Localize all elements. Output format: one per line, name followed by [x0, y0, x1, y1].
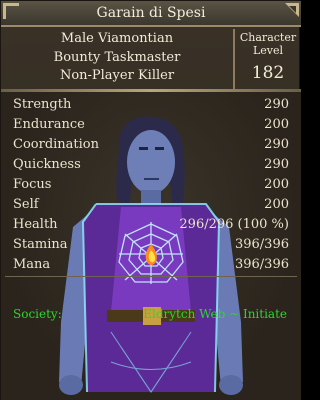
level-label-line2: Level: [252, 44, 284, 57]
level-value: 182: [251, 63, 285, 83]
gender-race-text: Male Viamontian: [60, 31, 174, 46]
stat-label: Strength: [13, 97, 72, 112]
level-label-line1: Character: [239, 31, 297, 44]
stat-value: 200: [264, 117, 289, 132]
stat-value: 200: [264, 177, 289, 192]
attribute-list: Strength 290 Endurance 200 Coordination …: [1, 95, 301, 275]
stat-label: Endurance: [13, 117, 85, 132]
character-level-box: Character Level 182: [235, 29, 301, 89]
stat-label: Coordination: [13, 137, 99, 152]
stat-row-endurance: Endurance 200: [1, 115, 301, 135]
stat-value: 296/296 (100 %): [179, 217, 289, 232]
stat-row-quickness: Quickness 290: [1, 155, 301, 175]
stat-label: Mana: [13, 257, 51, 272]
stat-value: 290: [264, 97, 289, 112]
character-info-panel: Garain di Spesi Male Viamontian Bounty T…: [0, 0, 301, 400]
stat-row-strength: Strength 290: [1, 95, 301, 115]
stat-label: Health: [13, 217, 58, 232]
stats-divider: [5, 276, 297, 277]
window-title: Garain di Spesi: [96, 5, 206, 21]
stat-value: 396/396: [234, 237, 289, 252]
stat-value: 290: [264, 137, 289, 152]
society-row: Society: Eldrytch Web ~ Initiate: [1, 307, 301, 325]
pk-status-text: Non-Player Killer: [59, 68, 175, 83]
stat-label: Stamina: [13, 237, 68, 252]
stat-row-self: Self 200: [1, 195, 301, 215]
corner-ornament-left: [3, 3, 19, 19]
character-description: Male Viamontian Bounty Taskmaster Non-Pl…: [1, 29, 233, 87]
stat-label: Focus: [13, 177, 52, 192]
title-bar[interactable]: Garain di Spesi: [1, 1, 301, 27]
stat-value: 200: [264, 197, 289, 212]
stat-row-health: Health 296/296 (100 %): [1, 215, 301, 235]
stat-row-stamina: Stamina 396/396: [1, 235, 301, 255]
stat-row-focus: Focus 200: [1, 175, 301, 195]
close-icon-inner: [289, 6, 296, 13]
stat-value: 290: [264, 157, 289, 172]
stat-row-mana: Mana 396/396: [1, 255, 301, 275]
society-value: Eldrytch Web ~ Initiate: [143, 307, 287, 321]
stat-row-coordination: Coordination 290: [1, 135, 301, 155]
stat-label: Self: [13, 197, 39, 212]
society-label: Society:: [13, 307, 62, 321]
level-label: Character Level: [235, 29, 301, 57]
stat-value: 396/396: [234, 257, 289, 272]
title-text: Bounty Taskmaster: [53, 49, 181, 65]
stat-label: Quickness: [13, 157, 81, 172]
